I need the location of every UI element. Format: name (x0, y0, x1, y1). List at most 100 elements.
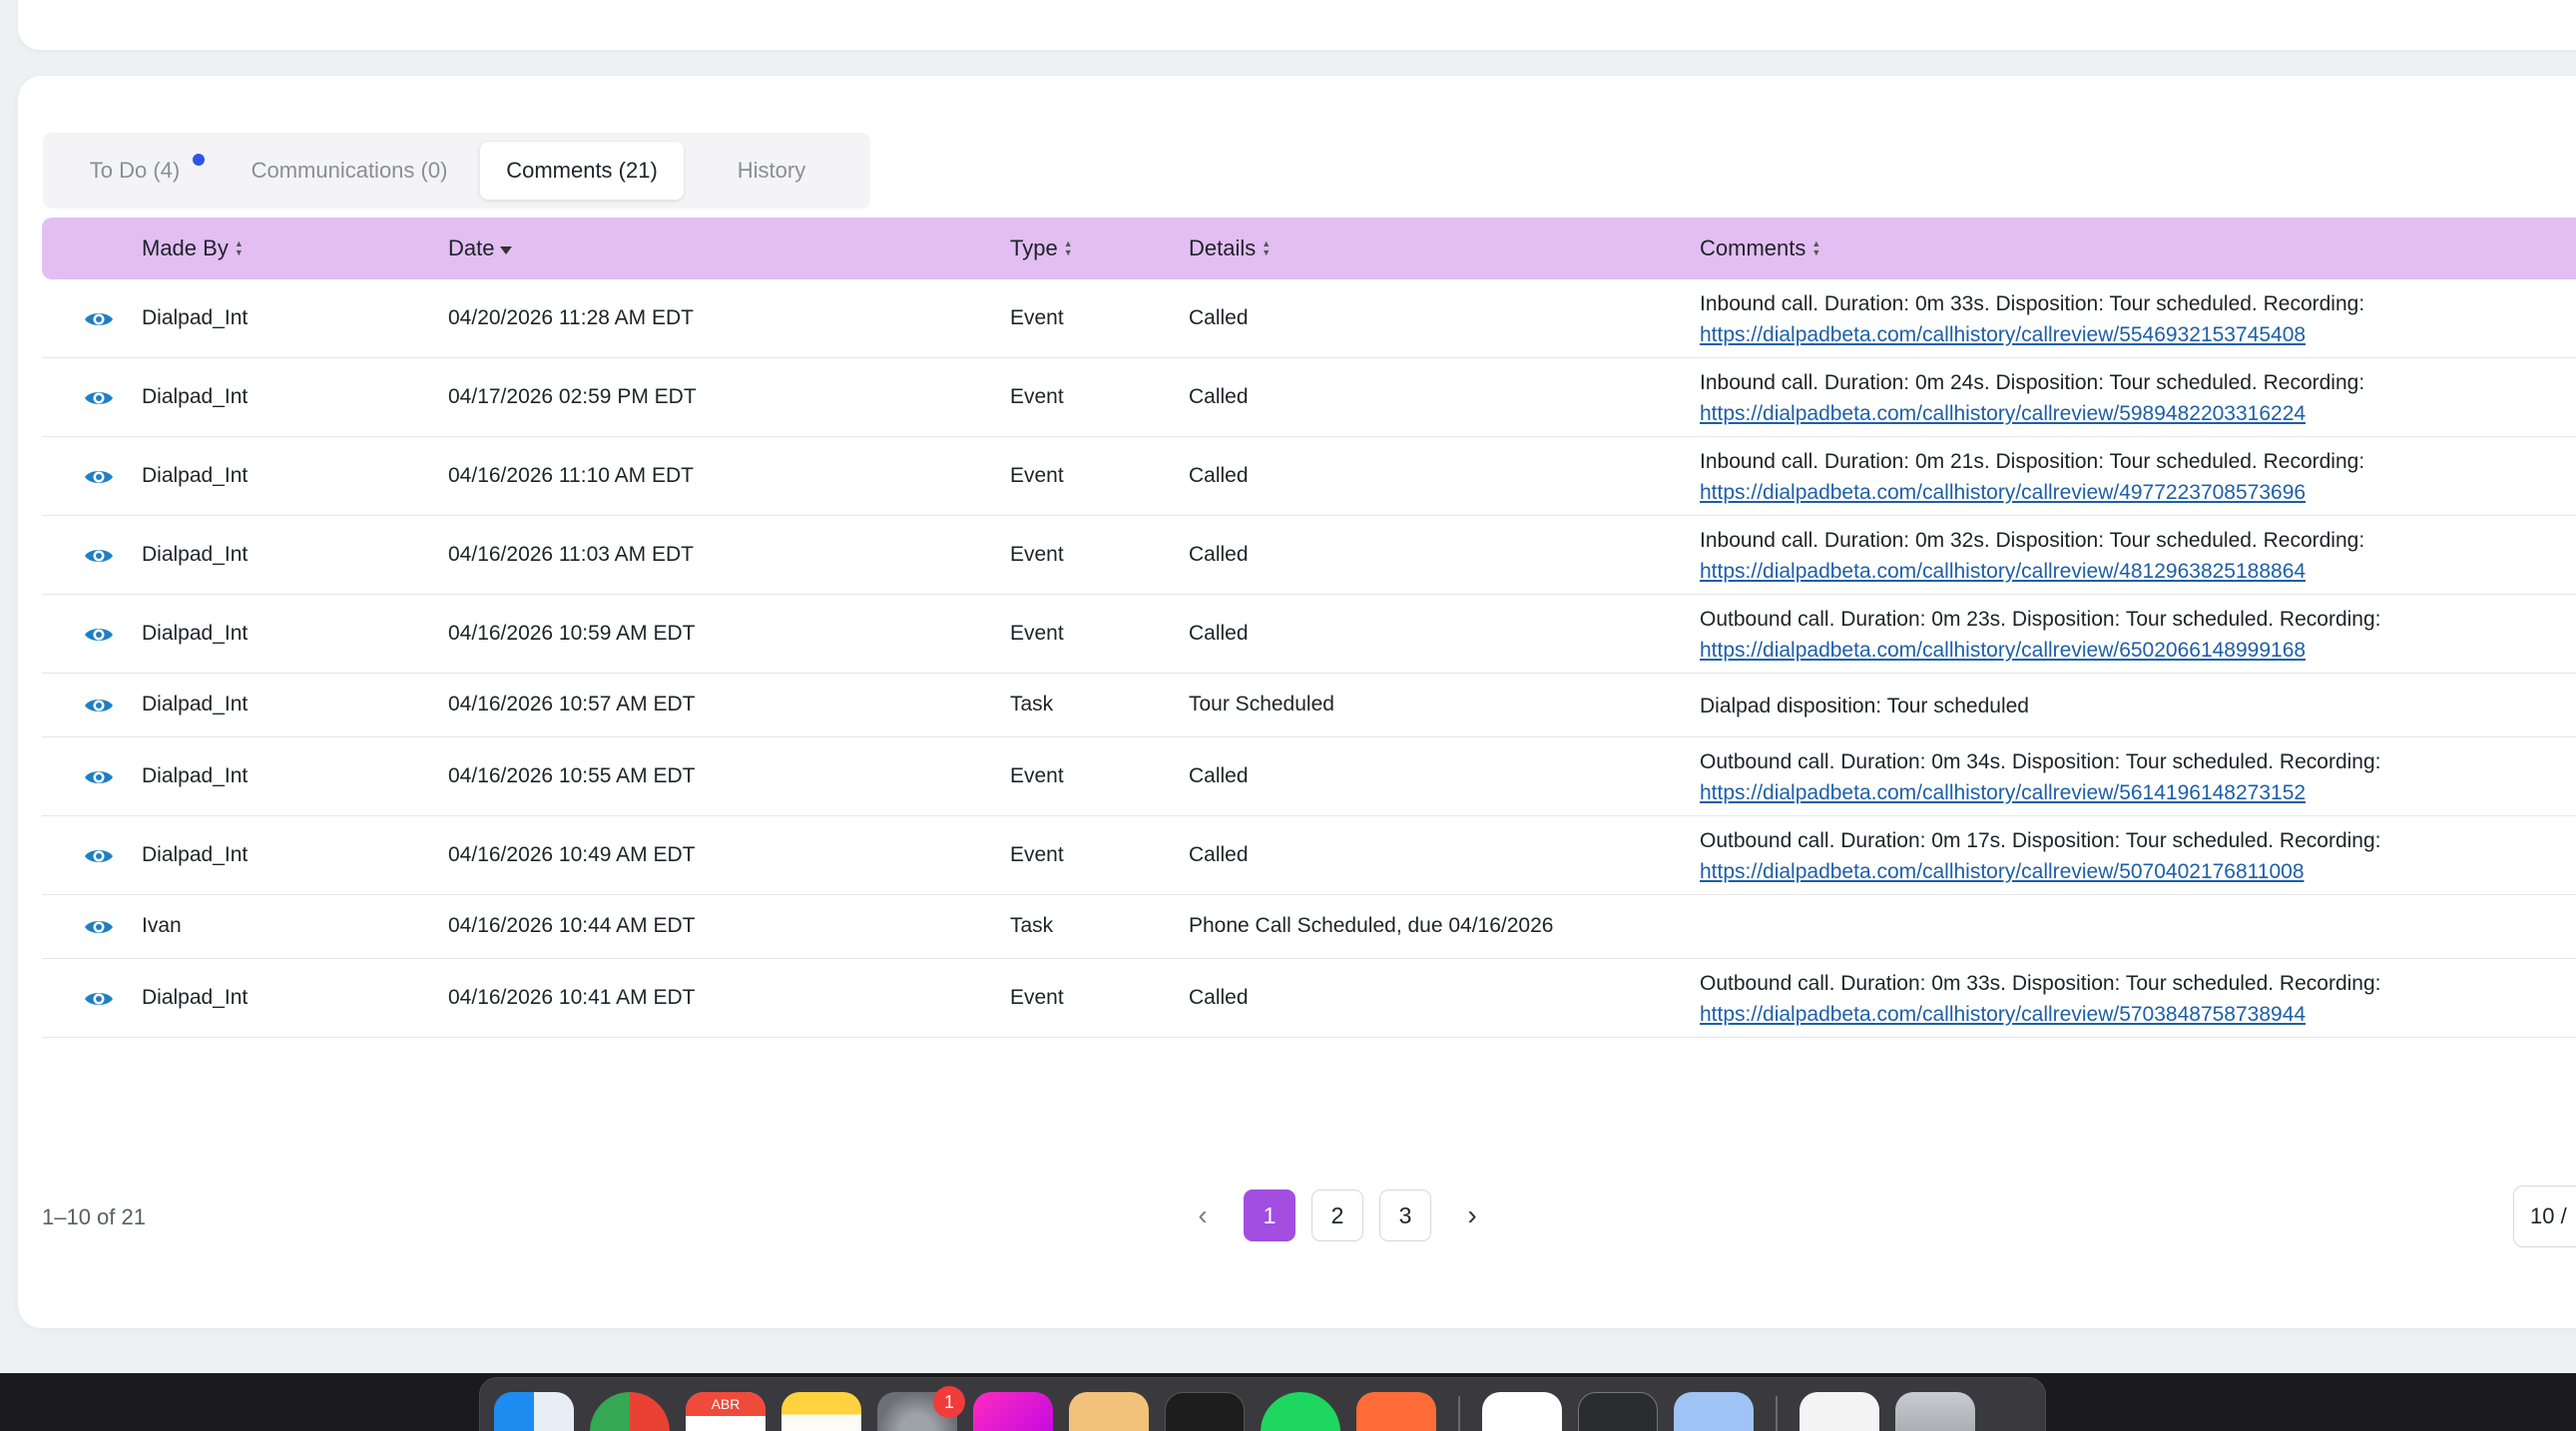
chrome-icon[interactable] (590, 1392, 670, 1431)
view-eye-icon[interactable] (84, 846, 114, 866)
table-row[interactable]: Dialpad_Int 04/16/2026 10:55 AM EDT Event C… (42, 737, 2576, 816)
table-row[interactable]: Ivan 04/16/2026 10:44 AM EDT Task Phone Cal… (42, 895, 2576, 959)
comment-cell: Inbound call. Duration: 0m 32s. Disposit… (1700, 525, 2364, 587)
page-button-1[interactable]: 1 (1244, 1190, 1295, 1241)
dock-separator (1776, 1396, 1778, 1431)
date-cell: 04/16/2026 11:03 AM EDT (448, 542, 694, 566)
tab-todo[interactable]: To Do (4) (51, 142, 219, 200)
prev-page-icon[interactable]: ‹ (1178, 1191, 1228, 1240)
header-date[interactable]: Date (448, 236, 513, 261)
folder-icon[interactable] (1674, 1392, 1754, 1431)
documents-stack-icon[interactable] (1800, 1392, 1879, 1431)
finder-icon[interactable] (494, 1392, 574, 1431)
macos-dock: ABR 1 (479, 1377, 2046, 1431)
comment-text: Inbound call. Duration: 0m 33s. Disposit… (1700, 291, 2365, 315)
recording-link[interactable]: https://dialpadbeta.com/callhistory/call… (1700, 856, 2381, 887)
trash-icon[interactable] (1895, 1392, 1975, 1431)
table-row[interactable]: Dialpad_Int 04/16/2026 10:57 AM EDT Task To… (42, 674, 2576, 737)
tab-history[interactable]: History (684, 142, 859, 200)
header-made-by[interactable]: Made By ▲ ▼ (142, 236, 247, 261)
recording-link[interactable]: https://dialpadbeta.com/callhistory/call… (1700, 556, 2364, 587)
table-row[interactable]: Dialpad_Int 04/16/2026 11:03 AM EDT Event C… (42, 516, 2576, 595)
made-by-cell: Dialpad_Int (142, 763, 249, 787)
table-row[interactable]: Dialpad_Int 04/16/2026 10:41 AM EDT Event C… (42, 959, 2576, 1038)
view-eye-icon[interactable] (84, 917, 114, 937)
notification-dot (193, 154, 205, 166)
view-eye-icon[interactable] (84, 388, 114, 408)
details-cell: Called (1189, 985, 1249, 1009)
comment-cell: Outbound call. Duration: 0m 17s. Disposi… (1700, 825, 2381, 887)
type-cell: Task (1010, 914, 1054, 937)
recording-link[interactable]: https://dialpadbeta.com/callhistory/call… (1700, 999, 2381, 1030)
type-cell: Event (1010, 621, 1064, 645)
comment-text: Outbound call. Duration: 0m 34s. Disposi… (1700, 749, 2381, 773)
comment-text: Outbound call. Duration: 0m 17s. Disposi… (1700, 828, 2381, 852)
table-row[interactable]: Dialpad_Int 04/16/2026 11:10 AM EDT Event C… (42, 437, 2576, 516)
pagination: ‹ 1 2 3 › (1178, 1190, 1497, 1241)
details-cell: Called (1189, 542, 1249, 566)
date-cell: 04/16/2026 10:59 AM EDT (448, 621, 696, 645)
made-by-cell: Dialpad_Int (142, 384, 249, 408)
sort-icon: ▲ ▼ (1063, 238, 1073, 257)
made-by-cell: Ivan (142, 914, 182, 937)
table-row[interactable]: Dialpad_Int 04/20/2026 11:28 AM EDT Event C… (42, 279, 2576, 358)
spotify-icon[interactable] (1261, 1392, 1340, 1431)
header-details[interactable]: Details ▲ ▼ (1189, 236, 1274, 261)
header-made-by-label: Made By (142, 236, 229, 260)
page-button-3[interactable]: 3 (1379, 1190, 1431, 1241)
view-eye-icon[interactable] (84, 989, 114, 1009)
details-cell: Called (1189, 384, 1249, 408)
view-eye-icon[interactable] (84, 696, 114, 716)
system-settings-icon[interactable]: 1 (877, 1386, 965, 1431)
view-eye-icon[interactable] (84, 625, 114, 645)
recording-link[interactable]: https://dialpadbeta.com/callhistory/call… (1700, 777, 2381, 808)
page-button-2[interactable]: 2 (1311, 1190, 1363, 1241)
details-cell: Tour Scheduled (1189, 693, 1334, 716)
view-eye-icon[interactable] (84, 546, 114, 566)
recording-link[interactable]: https://dialpadbeta.com/callhistory/call… (1700, 319, 2364, 350)
recording-link[interactable]: https://dialpadbeta.com/callhistory/call… (1700, 398, 2364, 429)
header-type-label: Type (1010, 236, 1058, 260)
details-cell: Called (1189, 842, 1249, 866)
preview-app-icon[interactable] (1069, 1392, 1149, 1431)
next-page-icon[interactable]: › (1447, 1191, 1497, 1240)
recording-link[interactable]: https://dialpadbeta.com/callhistory/call… (1700, 635, 2381, 666)
activity-monitor-icon[interactable] (1578, 1392, 1658, 1431)
terminal-icon[interactable] (1165, 1392, 1245, 1431)
type-cell: Event (1010, 463, 1064, 487)
table-row[interactable]: Dialpad_Int 04/17/2026 02:59 PM EDT Event C… (42, 358, 2576, 437)
postman-icon[interactable] (1356, 1392, 1436, 1431)
table-row[interactable]: Dialpad_Int 04/16/2026 10:59 AM EDT Event C… (42, 595, 2576, 674)
made-by-cell: Dialpad_Int (142, 985, 249, 1009)
view-eye-icon[interactable] (84, 309, 114, 329)
date-cell: 04/16/2026 11:10 AM EDT (448, 463, 694, 487)
table-header: Made By ▲ ▼ Date Type ▲ ▼ Details ▲ ▼ Comme… (42, 218, 2576, 279)
adobe-illustrator-icon[interactable] (973, 1392, 1053, 1431)
details-cell: Called (1189, 463, 1249, 487)
type-cell: Event (1010, 542, 1064, 566)
tab-communications[interactable]: Communications (0) (219, 142, 480, 200)
notes-icon[interactable] (781, 1392, 861, 1431)
made-by-cell: Dialpad_Int (142, 542, 249, 566)
date-cell: 04/16/2026 10:57 AM EDT (448, 693, 696, 716)
details-cell: Called (1189, 763, 1249, 787)
recording-link[interactable]: https://dialpadbeta.com/callhistory/call… (1700, 477, 2364, 508)
comments-table: Made By ▲ ▼ Date Type ▲ ▼ Details ▲ ▼ Comme… (42, 218, 2576, 1038)
details-cell: Phone Call Scheduled, due 04/16/2026 (1189, 914, 1554, 937)
header-date-label: Date (448, 236, 495, 260)
view-eye-icon[interactable] (84, 467, 114, 487)
header-type[interactable]: Type ▲ ▼ (1010, 236, 1076, 261)
page-size-select[interactable]: 10 / (2513, 1186, 2576, 1247)
vscode-icon[interactable] (1482, 1392, 1562, 1431)
tab-comments[interactable]: Comments (21) (480, 142, 684, 200)
comment-text: Inbound call. Duration: 0m 32s. Disposit… (1700, 528, 2365, 552)
date-cell: 04/16/2026 10:41 AM EDT (448, 985, 696, 1009)
calendar-month: ABR (686, 1392, 766, 1416)
comment-cell: Inbound call. Duration: 0m 24s. Disposit… (1700, 367, 2364, 429)
tab-bar: To Do (4) Communications (0) Comments (2… (43, 133, 870, 209)
made-by-cell: Dialpad_Int (142, 305, 249, 329)
view-eye-icon[interactable] (84, 767, 114, 787)
header-comments[interactable]: Comments ▲ ▼ (1700, 236, 1823, 261)
table-row[interactable]: Dialpad_Int 04/16/2026 10:49 AM EDT Event C… (42, 816, 2576, 895)
calendar-icon[interactable]: ABR (686, 1392, 766, 1431)
